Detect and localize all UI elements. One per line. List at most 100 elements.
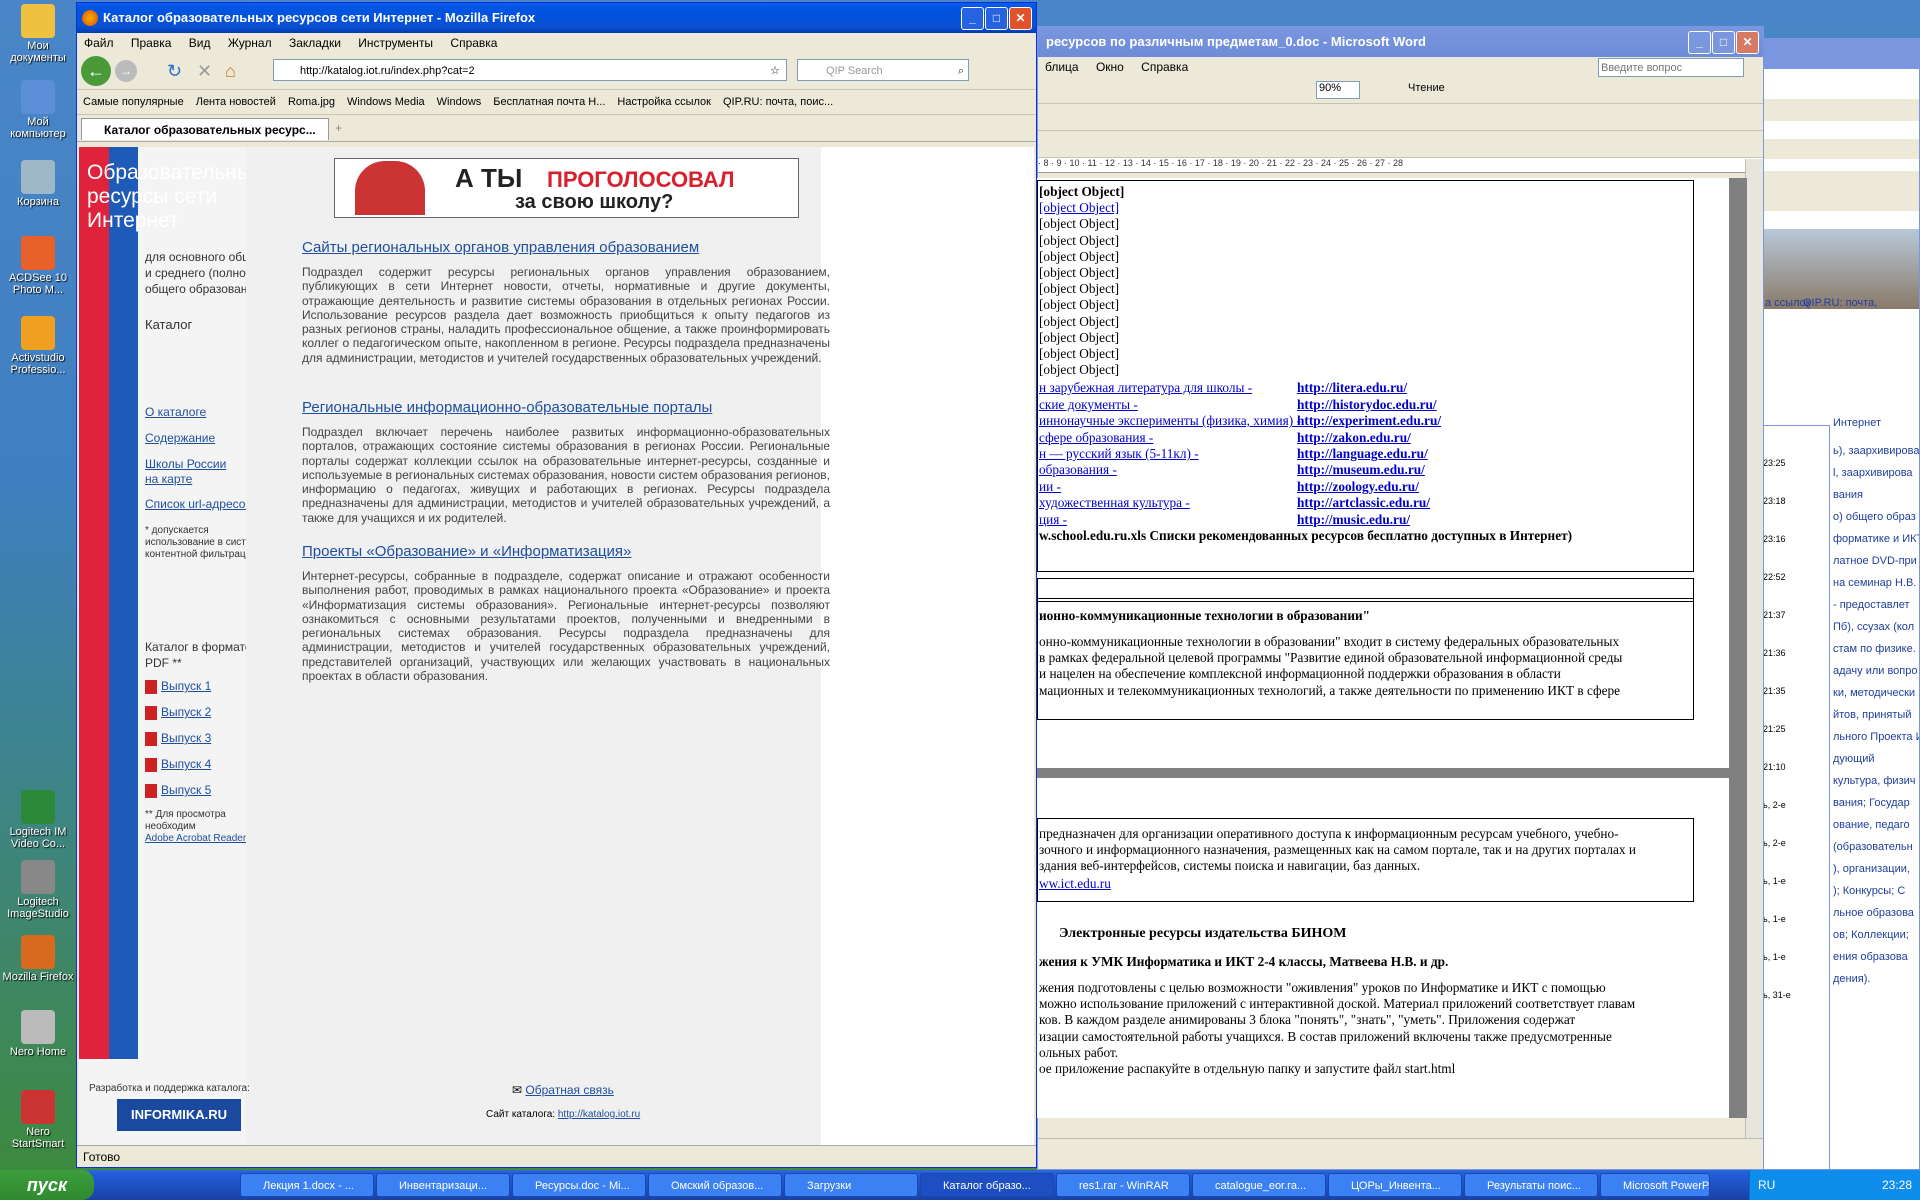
bookmark-item[interactable]: Windows Media bbox=[341, 96, 431, 108]
section-title[interactable]: Сайты региональных органов управления об… bbox=[302, 239, 699, 256]
read-button[interactable]: Чтение bbox=[1408, 82, 1445, 94]
desktop-icon[interactable]: Мои документы bbox=[0, 4, 76, 64]
doc-link-label[interactable]: н зарубежная литература для школы - bbox=[1039, 380, 1252, 396]
doc-link-url[interactable]: http://language.edu.ru/ bbox=[1297, 446, 1428, 462]
minimize-button[interactable]: _ bbox=[961, 7, 984, 30]
tab-active[interactable]: Каталог образовательных ресурс... bbox=[81, 118, 329, 140]
stop-icon[interactable]: ✕ bbox=[197, 61, 212, 82]
pdf-issue-link[interactable]: Выпуск 5 bbox=[161, 783, 211, 797]
pdf-issue-item[interactable]: Выпуск 4 bbox=[145, 757, 211, 772]
new-tab-button[interactable]: + bbox=[335, 121, 342, 135]
site-link[interactable]: http://katalog.iot.ru bbox=[558, 1109, 640, 1120]
nav-map[interactable]: на карте bbox=[145, 472, 192, 486]
doc-link-label[interactable]: сфере образования - bbox=[1039, 430, 1153, 446]
menu-file[interactable]: Файл bbox=[77, 36, 121, 50]
nav-about[interactable]: О каталоге bbox=[145, 405, 206, 419]
doc-link-label[interactable]: ция - bbox=[1039, 512, 1067, 528]
desktop-icon[interactable]: ACDSee 10 Photo M... bbox=[0, 236, 76, 296]
start-button[interactable]: пуск bbox=[0, 1170, 94, 1200]
desktop-icon[interactable]: Logitech IM Video Co... bbox=[0, 790, 76, 850]
doc-link-label[interactable]: художественная культура - bbox=[1039, 495, 1190, 511]
desktop-icon[interactable]: Корзина bbox=[0, 160, 76, 208]
doc-line[interactable]: [object Object] bbox=[1039, 200, 1119, 216]
menu-history[interactable]: Журнал bbox=[221, 36, 279, 50]
bookmark-star-icon[interactable]: ☆ bbox=[770, 60, 780, 82]
pdf-issue-link[interactable]: Выпуск 1 bbox=[161, 679, 211, 693]
bookmark-item[interactable]: Лента новостей bbox=[190, 96, 282, 108]
url-bar[interactable]: http://katalog.iot.ru/index.php?cat=2 ☆ bbox=[273, 59, 787, 81]
menu-tools[interactable]: Инструменты bbox=[351, 36, 440, 50]
taskbar-button[interactable]: res1.rar - WinRAR bbox=[1056, 1173, 1190, 1197]
doc-link-url[interactable]: http://historydoc.edu.ru/ bbox=[1297, 397, 1437, 413]
doc-link-url[interactable]: http://music.edu.ru/ bbox=[1297, 512, 1410, 528]
back-button[interactable]: ← bbox=[81, 56, 111, 86]
feedback-link[interactable]: Обратная связь bbox=[525, 1083, 613, 1097]
doc-link-url[interactable]: http://litera.edu.ru/ bbox=[1297, 380, 1407, 396]
menu-help[interactable]: Справка bbox=[443, 36, 504, 50]
close-button[interactable]: ✕ bbox=[1009, 7, 1032, 30]
doc-link-label[interactable]: образования - bbox=[1039, 462, 1117, 478]
section-title[interactable]: Проекты «Образование» и «Информатизация» bbox=[302, 543, 631, 560]
search-icon[interactable]: ⌕ bbox=[958, 60, 964, 82]
zoom-select[interactable]: 90% bbox=[1316, 81, 1360, 99]
bookmark-item[interactable]: Бесплатная почта Н... bbox=[487, 96, 611, 108]
menu-item[interactable]: блица bbox=[1038, 60, 1086, 74]
taskbar-button[interactable]: Загрузки bbox=[784, 1173, 918, 1197]
forward-button[interactable]: → bbox=[115, 60, 137, 82]
doc-link-label[interactable]: ии - bbox=[1039, 479, 1061, 495]
informika-logo[interactable]: INFORMIKA.RU bbox=[117, 1099, 241, 1131]
pdf-issue-item[interactable]: Выпуск 2 bbox=[145, 705, 211, 720]
pdf-issue-item[interactable]: Выпуск 5 bbox=[145, 783, 211, 798]
pdf-issue-link[interactable]: Выпуск 3 bbox=[161, 731, 211, 745]
doc-link-url[interactable]: http://zoology.edu.ru/ bbox=[1297, 479, 1419, 495]
doc-link-url[interactable]: http://museum.edu.ru/ bbox=[1297, 462, 1425, 478]
menu-item[interactable]: Справка bbox=[1134, 60, 1195, 74]
section-title[interactable]: Региональные информационно-образовательн… bbox=[302, 399, 712, 416]
vote-banner[interactable]: А ТЫ ПРОГОЛОСОВАЛ за свою школу? bbox=[334, 158, 799, 218]
bookmark-item[interactable]: Windows bbox=[431, 96, 488, 108]
taskbar-button[interactable]: Лекция 1.docx - ... bbox=[240, 1173, 374, 1197]
doc-link-label[interactable]: иннонаучные эксперименты (физика, химия)… bbox=[1039, 413, 1301, 429]
desktop-icon[interactable]: Logitech ImageStudio bbox=[0, 860, 76, 920]
taskbar-button[interactable]: Инвентаризаци... bbox=[376, 1173, 510, 1197]
desktop-icon[interactable]: Nero StartSmart bbox=[0, 1090, 76, 1150]
minimize-button[interactable]: _ bbox=[1688, 31, 1711, 54]
bookmark-item[interactable]: Настройка ссылок bbox=[611, 96, 717, 108]
taskbar-button[interactable]: Результаты поис... bbox=[1464, 1173, 1598, 1197]
taskbar-button[interactable]: Каталог образо... bbox=[920, 1173, 1054, 1197]
nav-url-list[interactable]: Список url-адресов bbox=[145, 497, 252, 511]
bookmark-item[interactable]: QIP.RU: почта, поис... bbox=[717, 96, 839, 108]
maximize-button[interactable]: □ bbox=[985, 7, 1008, 30]
doc-link-label[interactable]: н — русский язык (5-11кл) - bbox=[1039, 446, 1199, 462]
pdf-issue-link[interactable]: Выпуск 4 bbox=[161, 757, 211, 771]
bookmark-item[interactable]: Самые популярные bbox=[77, 96, 190, 108]
doc-ict-url[interactable]: ww.ict.edu.ru bbox=[1039, 876, 1111, 892]
menu-view[interactable]: Вид bbox=[182, 36, 218, 50]
vertical-scrollbar[interactable] bbox=[1745, 159, 1763, 1139]
pdf-issue-link[interactable]: Выпуск 2 bbox=[161, 705, 211, 719]
taskbar-button[interactable]: ЦОРы_Инвента... bbox=[1328, 1173, 1462, 1197]
taskbar-button[interactable]: Омский образов... bbox=[648, 1173, 782, 1197]
pdf-issue-item[interactable]: Выпуск 1 bbox=[145, 679, 211, 694]
nav-schools[interactable]: Школы России bbox=[145, 457, 226, 471]
doc-link-label[interactable]: ские документы - bbox=[1039, 397, 1138, 413]
desktop-icon[interactable]: Мой компьютер bbox=[0, 80, 76, 140]
maximize-button[interactable]: □ bbox=[1712, 31, 1735, 54]
doc-link-url[interactable]: http://zakon.edu.ru/ bbox=[1297, 430, 1411, 446]
desktop-icon[interactable]: Activstudio Professio... bbox=[0, 316, 76, 376]
taskbar-button[interactable]: catalogue_eor.ra... bbox=[1192, 1173, 1326, 1197]
clock[interactable]: 23:28 bbox=[1882, 1170, 1912, 1200]
bookmark-item[interactable]: Roma.jpg bbox=[282, 96, 341, 108]
menu-edit[interactable]: Правка bbox=[124, 36, 179, 50]
reload-icon[interactable]: ↻ bbox=[167, 61, 182, 82]
menu-bookmarks[interactable]: Закладки bbox=[282, 36, 348, 50]
doc-link-url[interactable]: http://artclassic.edu.ru/ bbox=[1297, 495, 1430, 511]
help-search-input[interactable] bbox=[1598, 58, 1744, 77]
taskbar-button[interactable]: Ресурсы.doc - Mi... bbox=[512, 1173, 646, 1197]
acrobat-link[interactable]: Adobe Acrobat Reader bbox=[145, 833, 246, 844]
firefox-window[interactable]: Каталог образовательных ресурсов сети Ин… bbox=[76, 2, 1037, 1168]
close-button[interactable]: ✕ bbox=[1736, 31, 1759, 54]
nav-contents[interactable]: Содержание bbox=[145, 431, 215, 445]
search-box[interactable]: QIP Search ⌕ bbox=[797, 59, 969, 81]
pdf-issue-item[interactable]: Выпуск 3 bbox=[145, 731, 211, 746]
